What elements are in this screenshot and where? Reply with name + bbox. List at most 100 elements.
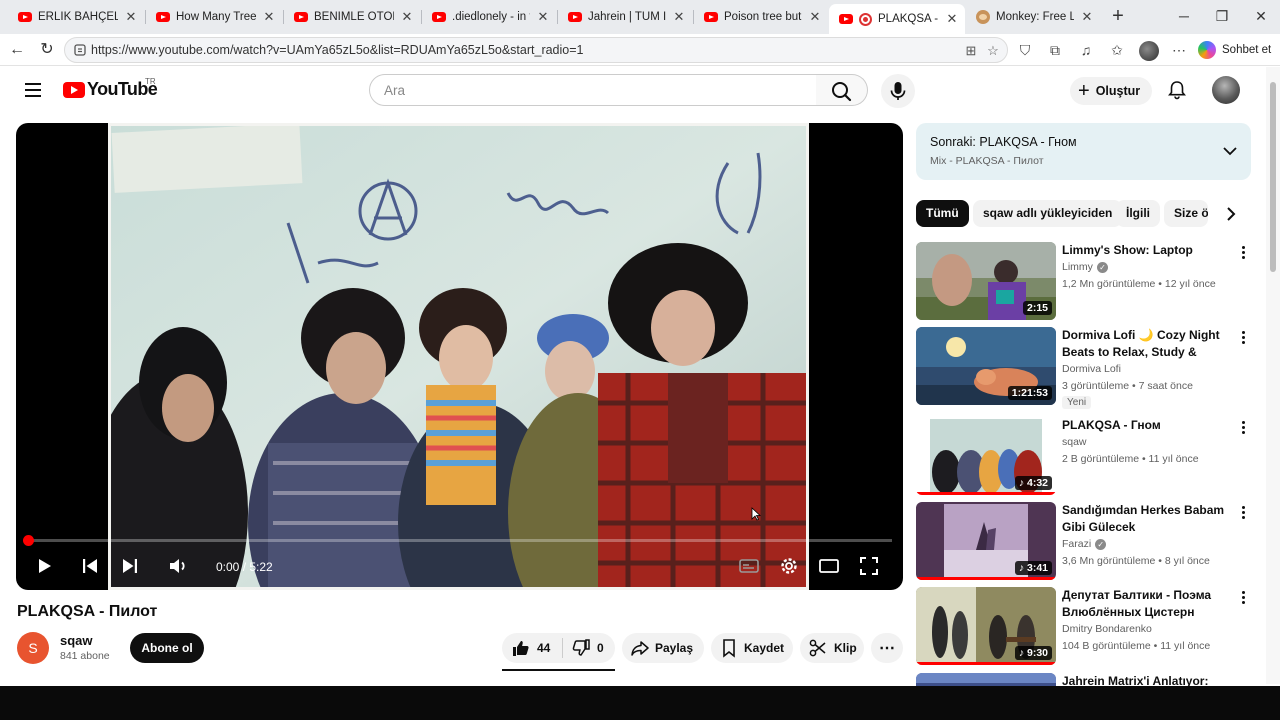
new-tab-icon[interactable]: + [1108,6,1128,26]
close-icon[interactable]: ✕ [672,9,686,25]
save-button[interactable]: Kaydet [711,633,793,663]
close-icon[interactable]: ✕ [262,9,276,25]
browser-tab[interactable]: Poison tree but it's d ✕ [694,4,828,30]
shield-icon[interactable]: ⛉ [1016,41,1034,59]
menu-icon[interactable] [25,83,41,97]
browser-tab[interactable]: BENİMLE OTORİTE S ✕ [284,4,420,30]
browser-tab[interactable]: ERLİK BAHÇELİ TAKI ✕ [8,4,144,30]
progress-bar[interactable] [27,539,892,542]
volume-icon[interactable] [166,554,190,578]
browser-tab[interactable]: .diedlonely - in the b ✕ [422,4,556,30]
more-options-icon[interactable]: ⋯ [1170,41,1188,59]
scrubber-handle[interactable] [23,535,34,546]
settings-gear-icon[interactable] [777,554,801,578]
subscribe-button[interactable]: Abone ol [130,633,204,663]
video-thumbnail[interactable]: 1:21:53 [916,327,1056,405]
favorites-icon[interactable]: ✩ [1108,41,1126,59]
back-arrow-icon[interactable]: ← [7,40,27,60]
rec-channel[interactable]: Farazi ✓ [1062,538,1107,550]
video-thumbnail[interactable]: ♪ 3:41 [916,502,1056,580]
chip-related[interactable]: İlgili [1116,200,1160,227]
window-close-icon[interactable]: ✕ [1251,8,1271,25]
account-avatar[interactable] [1212,76,1240,104]
browser-tab-active[interactable]: PLAKQSA - Пилот ✕ [829,4,965,34]
dislike-button[interactable]: 0 [563,633,604,663]
voice-search-button[interactable] [881,74,915,108]
search-input[interactable]: Ara [369,74,817,106]
copilot-button[interactable]: Sohbet et [1198,41,1271,59]
browser-tab[interactable]: Monkey: Free Li ✕ [966,4,1100,30]
share-button[interactable]: Paylaş [622,633,704,663]
next-icon[interactable] [118,554,142,578]
subtitles-icon[interactable] [737,554,761,578]
maximize-icon[interactable]: ❐ [1212,8,1232,25]
favorite-star-icon[interactable]: ☆ [985,43,1001,59]
recommendation-item[interactable]: ♪ 3:41 Sandığımdan Herkes Babam Gibi Gül… [916,502,1251,582]
video-thumbnail[interactable] [916,673,1056,686]
chip-from-uploader[interactable]: sqaw adlı yükleyiciden [973,200,1123,227]
kebab-menu-icon[interactable] [1236,504,1250,522]
close-icon[interactable]: ✕ [945,11,959,27]
close-icon[interactable]: ✕ [1080,9,1094,25]
video-player[interactable]: 0:00 / 5:22 [16,123,903,590]
recommendation-item[interactable]: ♪ 4:32 PLAKQSA - Гном sqaw 2 B görüntüle… [916,417,1251,497]
rec-title[interactable]: Jahrein Matrix'i Anlatıyor: [1062,673,1230,686]
video-thumbnail[interactable]: 2:15 [916,242,1056,320]
close-icon[interactable]: ✕ [400,9,414,25]
rec-channel[interactable]: sqaw [1062,436,1087,448]
kebab-menu-icon[interactable] [1236,589,1250,607]
more-actions-icon[interactable]: ⋯ [871,633,903,663]
extensions-icon[interactable]: ⧉ [1046,41,1064,59]
app-available-icon[interactable]: ⊞ [963,43,979,59]
video-thumbnail[interactable]: ♪ 9:30 [916,587,1056,665]
rec-channel[interactable]: Dmitry Bondarenko [1062,623,1152,635]
notifications-bell-icon[interactable] [1166,79,1188,101]
media-control-icon[interactable]: ♫ [1077,41,1095,59]
browser-profile-avatar[interactable] [1139,41,1159,61]
play-icon[interactable] [32,554,56,578]
close-icon[interactable]: ✕ [124,9,138,25]
browser-tab[interactable]: Jahrein | TÜM İFTİRA ✕ [558,4,692,30]
reload-icon[interactable]: ↻ [37,40,57,60]
rec-channel[interactable]: Limmy ✓ [1062,261,1108,273]
page-scrollbar[interactable] [1266,67,1280,684]
kebab-menu-icon[interactable] [1236,329,1250,347]
youtube-logo[interactable]: YouTube [63,79,158,100]
close-icon[interactable]: ✕ [808,9,822,25]
recommendation-item[interactable]: ♪ 9:30 Депутат Балтики - Поэма Влюблённы… [916,587,1251,667]
rec-title[interactable]: PLAKQSA - Гном [1062,417,1230,434]
channel-name[interactable]: sqaw [60,633,93,648]
like-button[interactable]: 44 [502,633,562,663]
rec-channel[interactable]: Dormiva Lofi [1062,363,1121,375]
create-button[interactable]: + Oluştur [1070,77,1153,105]
theater-mode-icon[interactable] [817,554,841,578]
channel-avatar[interactable]: S [17,632,49,664]
browser-tab[interactable]: How Many Trees Are ✕ [146,4,282,30]
recommendation-item[interactable]: Jahrein Matrix'i Anlatıyor: [916,673,1251,686]
chevron-right-icon[interactable] [1221,204,1241,224]
recommendation-item[interactable]: 1:21:53 Dormiva Lofi 🌙 Cozy Night Beats … [916,327,1251,413]
recommendation-item[interactable]: 2:15 Limmy's Show: Laptop Limmy ✓ 1,2 Mn… [916,242,1251,322]
kebab-menu-icon[interactable] [1236,419,1250,437]
rec-title[interactable]: Dormiva Lofi 🌙 Cozy Night Beats to Relax… [1062,327,1230,361]
site-info-icon[interactable] [73,43,87,57]
previous-icon[interactable] [78,554,102,578]
rec-title[interactable]: Sandığımdan Herkes Babam Gibi Gülecek [1062,502,1230,536]
rec-title[interactable]: Депутат Балтики - Поэма Влюблённых Цисте… [1062,587,1230,621]
video-thumbnail[interactable]: ♪ 4:32 [916,417,1056,495]
up-next-panel[interactable]: Sonraki: PLAKQSA - Гном Mix - PLAKQSA - … [916,123,1251,180]
fullscreen-icon[interactable] [857,554,881,578]
os-taskbar [0,686,1280,720]
tab-label: ERLİK BAHÇELİ TAKI [38,11,118,23]
address-bar[interactable]: https://www.youtube.com/watch?v=UAmYa65z… [64,37,1008,63]
close-icon[interactable]: ✕ [536,9,550,25]
chip-all[interactable]: Tümü [916,200,969,227]
rec-title[interactable]: Limmy's Show: Laptop [1062,242,1230,259]
scrollbar-thumb[interactable] [1270,82,1276,272]
chevron-down-icon[interactable] [1221,142,1239,160]
kebab-menu-icon[interactable] [1236,244,1250,262]
clip-button[interactable]: Klip [800,633,864,663]
search-button[interactable] [816,74,868,106]
chip-for-you[interactable]: Size ö [1164,200,1208,227]
minimize-icon[interactable]: ─ [1174,8,1194,24]
